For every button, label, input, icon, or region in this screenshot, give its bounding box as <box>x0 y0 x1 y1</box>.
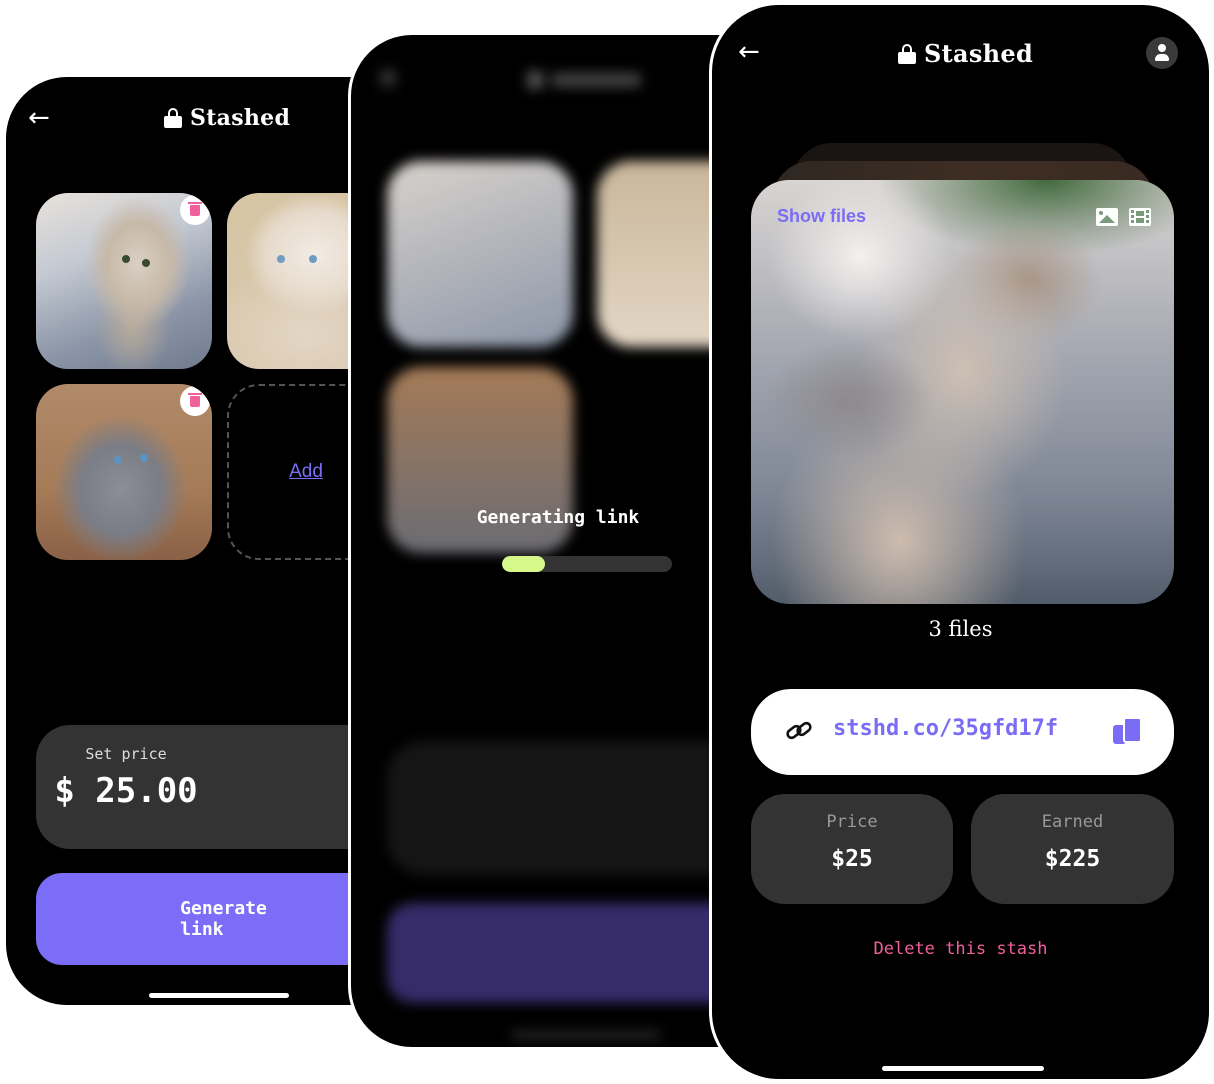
file-thumbnail <box>387 161 573 347</box>
lock-icon <box>164 108 182 128</box>
blurred-files-preview[interactable]: Show files <box>751 180 1174 604</box>
user-icon <box>1158 44 1166 52</box>
cat-eye <box>140 454 148 462</box>
price-stat-card: Price $25 <box>751 794 953 904</box>
price-input[interactable]: $ 25.00 <box>6 771 406 811</box>
brand-title: Stashed <box>924 39 1034 68</box>
user-avatar-button[interactable] <box>1146 37 1178 69</box>
home-indicator <box>882 1066 1044 1071</box>
back-icon <box>379 69 397 87</box>
earned-stat-label: Earned <box>1041 812 1104 832</box>
lock-icon <box>898 43 916 64</box>
cat-eye <box>122 255 130 263</box>
share-link-url[interactable]: stshd.co/35gfd17f <box>833 716 1058 741</box>
copy-link-button[interactable] <box>1113 717 1142 745</box>
file-thumbnail[interactable] <box>36 193 212 369</box>
link-icon <box>786 721 812 740</box>
lock-icon <box>527 71 543 89</box>
price-label: Set price <box>85 745 167 763</box>
brand-title: Stashed <box>190 105 291 131</box>
trash-icon <box>188 201 202 216</box>
cat-eye <box>309 255 317 263</box>
home-indicator <box>149 993 289 998</box>
cat-eye <box>142 259 150 267</box>
generate-link-label: Generate link <box>180 898 267 940</box>
file-thumbnail[interactable] <box>36 384 212 560</box>
generating-progress-bar <box>502 556 672 572</box>
earned-stat-value: $225 <box>1044 846 1101 872</box>
progress-fill <box>502 556 545 572</box>
show-files-button[interactable]: Show files <box>777 206 866 227</box>
price-stat-label: Price <box>826 812 878 832</box>
stash-detail-screen: ← Stashed Show files 3 files stshd.co/35… <box>709 2 1212 1082</box>
film-icon <box>1129 208 1151 226</box>
cat-eye <box>114 456 122 464</box>
files-count: 3 files <box>928 617 993 641</box>
image-icon <box>1096 208 1118 226</box>
delete-stash-button[interactable]: Delete this stash <box>712 939 1209 959</box>
add-file-link[interactable]: Add <box>289 461 323 483</box>
delete-file-button[interactable] <box>180 386 210 416</box>
price-stat-value: $25 <box>831 846 873 872</box>
app-brand: Stashed <box>164 105 290 131</box>
app-brand: Stashed <box>898 39 1033 68</box>
home-indicator <box>511 1031 661 1039</box>
back-button[interactable]: ← <box>28 105 50 131</box>
back-button[interactable]: ← <box>738 39 760 65</box>
earned-stat-card: Earned $225 <box>971 794 1174 904</box>
share-link-pill[interactable]: stshd.co/35gfd17f <box>751 689 1174 775</box>
brand-title <box>551 73 641 87</box>
cat-eye <box>277 255 285 263</box>
trash-icon <box>188 392 202 407</box>
delete-file-button[interactable] <box>180 195 210 225</box>
